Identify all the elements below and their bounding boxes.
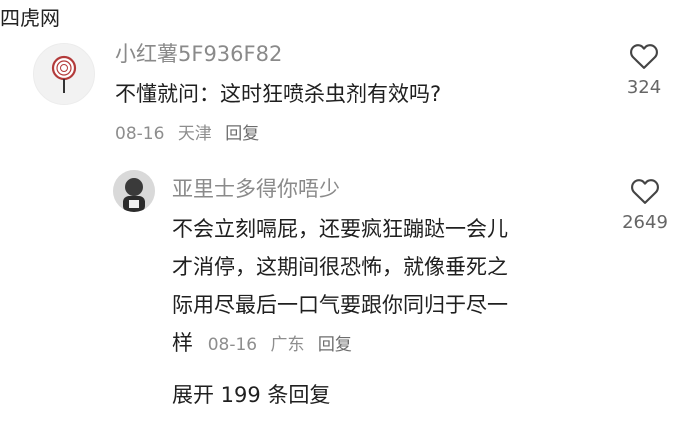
comment-author[interactable]: 小红薯5F936F82 (115, 40, 282, 68)
comment-like-button[interactable]: 324 (618, 42, 670, 100)
expand-replies-button[interactable]: 展开 199 条回复 (172, 380, 330, 410)
reply-text-line: 不会立刻嗝屁，还要疯狂蹦跶一会儿 (172, 217, 508, 241)
comment-meta: 08-16 天津 回复 (115, 122, 267, 146)
person-avatar-icon (113, 170, 155, 212)
comment-location: 天津 (177, 124, 212, 144)
reply-avatar[interactable] (113, 170, 155, 212)
reply-like-button[interactable]: 2649 (614, 177, 676, 235)
reply-text-line: 才消停，这期间很恐怖，就像垂死之 (172, 255, 508, 279)
reply-date: 08-16 (207, 335, 258, 355)
comment-reply-button[interactable]: 回复 (225, 124, 259, 144)
watermark: 四虎网 (0, 6, 60, 30)
reply-text: 不会立刻嗝屁，还要疯狂蹦跶一会儿 才消停，这期间很恐怖，就像垂死之 际用尽最后一… (172, 210, 602, 362)
reply-text-line-last: 样 08-16 广东 回复 (172, 324, 602, 362)
heart-outline-icon (631, 179, 659, 204)
reply-meta: 08-16 广东 回复 (208, 335, 360, 355)
reply-reply-button[interactable]: 回复 (318, 335, 352, 355)
reply-author[interactable]: 亚里士多得你唔少 (172, 175, 340, 203)
comment-text: 不懂就问：这时狂喷杀虫剂有效吗? (115, 82, 442, 106)
comment-date: 08-16 (115, 124, 165, 144)
comment-like-count: 324 (626, 77, 662, 98)
reply-text-line: 样 (172, 331, 193, 355)
heart-outline-icon (630, 44, 658, 69)
lollipop-avatar-icon (51, 55, 77, 93)
reply-text-line: 际用尽最后一口气要跟你同归于尽一 (172, 293, 508, 317)
reply-like-count: 2649 (622, 212, 668, 233)
reply-location: 广东 (270, 335, 305, 355)
commenter-avatar[interactable] (33, 43, 95, 105)
